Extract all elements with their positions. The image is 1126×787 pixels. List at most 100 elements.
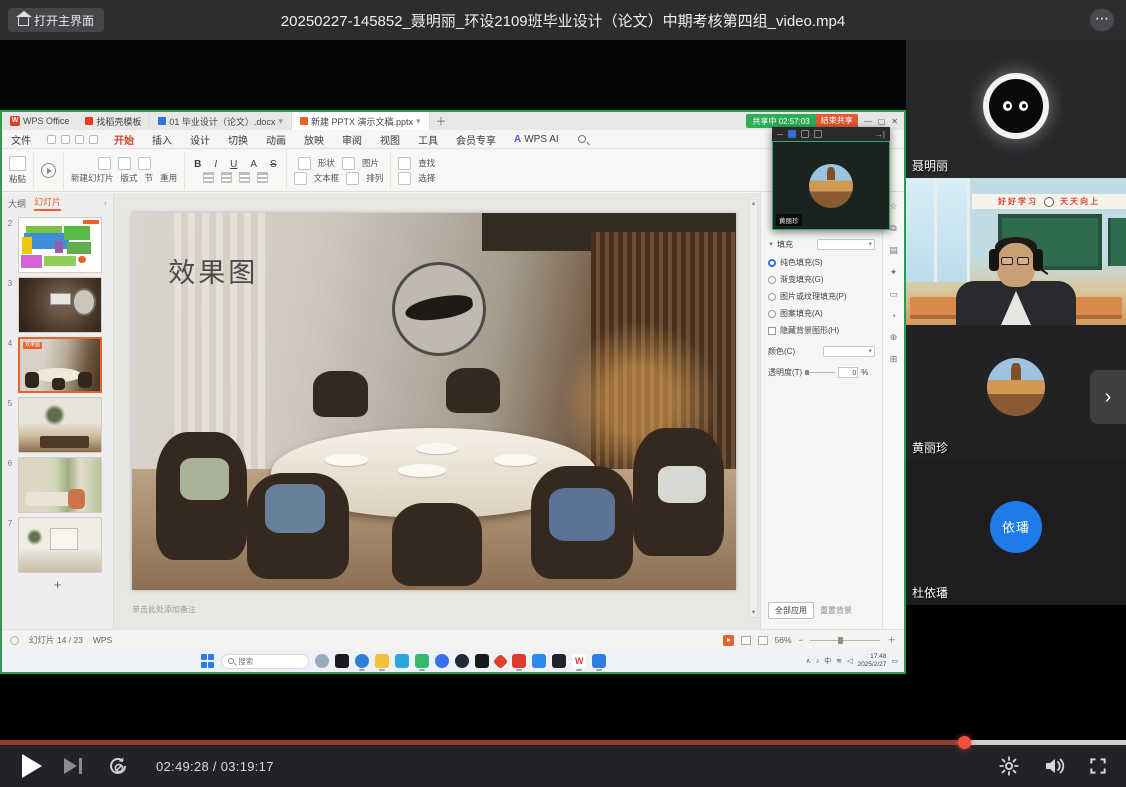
browser-icon[interactable] (455, 654, 469, 668)
tab-dropdown-icon[interactable]: ▾ (416, 116, 421, 127)
copy-icon[interactable]: ⧉ (890, 223, 896, 234)
stop-sharing-button[interactable]: 结束共享 (816, 114, 858, 128)
participant-tile-1[interactable]: 聂明丽 (906, 40, 1126, 178)
wps-logo[interactable]: W WPS Office (2, 116, 77, 126)
textbox-button[interactable]: 文本框 (314, 172, 340, 184)
paste-group[interactable]: 粘贴 (2, 152, 34, 190)
option-gradient-fill[interactable]: 渐变填充(G) (768, 274, 875, 285)
app-icon-blue[interactable] (435, 654, 449, 668)
ime-icon[interactable]: 中 (824, 656, 831, 666)
apply-all-button[interactable]: 全部应用 (768, 602, 814, 619)
option-picture-fill[interactable]: 图片或纹理填充(P) (768, 291, 875, 302)
justify-icon[interactable] (257, 172, 268, 183)
fill-preset-dropdown[interactable] (817, 239, 875, 250)
ribbon-search-icon[interactable] (578, 135, 586, 143)
menu-home[interactable]: 开始 (105, 132, 143, 147)
font-size-button[interactable]: A (248, 159, 259, 170)
scroll-down-icon[interactable]: ▼ (751, 610, 757, 616)
picture-icon[interactable] (342, 157, 355, 170)
menu-design[interactable]: 设计 (181, 132, 219, 147)
underline-button[interactable]: U (228, 159, 239, 170)
fullscreen-button[interactable] (1088, 756, 1108, 776)
volume-button[interactable] (1042, 755, 1066, 777)
layout-grid-icon[interactable] (801, 130, 809, 138)
network-icon[interactable]: ≋ (836, 657, 842, 665)
print-icon[interactable] (61, 135, 70, 144)
canvas-scrollbar[interactable]: ▲ ▼ (749, 199, 758, 618)
slide-thumbnail-6[interactable]: 6 (2, 457, 107, 513)
taskbar-clock[interactable]: 17:48 2025/2/27 (857, 653, 886, 669)
photoshop-icon[interactable] (475, 654, 489, 668)
tab-thesis-docx[interactable]: 01 毕业设计（论文）.docx ▾ (150, 112, 292, 130)
slide-title[interactable]: 效果图 (168, 251, 258, 290)
slide-thumbnail-4-selected[interactable]: 4 效果图 (2, 337, 107, 393)
menu-file[interactable]: 文件 (2, 132, 40, 147)
wechat-icon[interactable] (415, 654, 429, 668)
menu-tools[interactable]: 工具 (409, 132, 447, 147)
layout-icon[interactable] (118, 157, 131, 170)
animation-icon[interactable]: ✦ (890, 267, 898, 278)
minimize-icon[interactable]: — (864, 117, 872, 126)
shape-icon[interactable] (298, 157, 311, 170)
slide-thumbnail-7[interactable]: 7 (2, 517, 107, 573)
app-icon-diamond[interactable] (493, 653, 509, 669)
arrange-button[interactable]: 排列 (366, 172, 383, 184)
taskbar-search[interactable]: 搜索 (221, 654, 309, 669)
slides-tab[interactable]: 幻灯片 (34, 195, 61, 211)
new-slide-button[interactable]: 新建幻灯片 (71, 172, 114, 184)
menu-animations[interactable]: 动画 (257, 132, 295, 147)
settings-button[interactable] (998, 755, 1020, 777)
sidebar-next-page-button[interactable]: › (1090, 370, 1126, 424)
grid-icon[interactable]: ⊞ (890, 354, 898, 365)
mic-tray-icon[interactable]: ♪ (816, 658, 820, 665)
sorter-view-icon[interactable] (758, 636, 768, 645)
section-caret-icon[interactable]: ▼ (768, 242, 774, 248)
menu-view[interactable]: 视图 (371, 132, 409, 147)
playback-mode-button[interactable] (106, 754, 130, 778)
shape-button[interactable]: 形状 (318, 157, 335, 169)
file-explorer-icon[interactable] (375, 654, 389, 668)
align-left-icon[interactable] (203, 172, 214, 183)
layout-button[interactable]: 版式 (121, 172, 138, 184)
layout-active-icon[interactable] (788, 130, 796, 138)
zoom-out-icon[interactable]: − (799, 635, 804, 645)
menu-transitions[interactable]: 切换 (219, 132, 257, 147)
zoom-slider[interactable] (810, 640, 880, 641)
scroll-up-icon[interactable]: ▲ (751, 201, 757, 207)
outline-tab[interactable]: 大纲 (8, 197, 26, 210)
participant-tile-4[interactable]: 依璠 杜依璠 (906, 460, 1126, 605)
media-app-icon[interactable] (395, 654, 409, 668)
qq-icon[interactable] (532, 654, 546, 668)
play-button[interactable] (22, 754, 42, 778)
more-menu-button[interactable]: ⋯ (1090, 9, 1114, 31)
align-center-icon[interactable] (221, 172, 232, 183)
option-pattern-fill[interactable]: 图案填充(A) (768, 308, 875, 319)
settings-icon[interactable]: ⊕ (890, 332, 898, 343)
tab-pptx-active[interactable]: 新建 PPTX 演示文稿.pptx ▾ (292, 112, 430, 130)
notes-placeholder[interactable]: 单击此处添加备注 (132, 604, 196, 615)
wps-taskbar-icon[interactable]: W (572, 654, 586, 668)
find-button[interactable]: 查找 (418, 157, 435, 169)
layers-icon[interactable]: ▤ (889, 245, 898, 256)
find-icon[interactable] (398, 157, 411, 170)
menu-insert[interactable]: 插入 (143, 132, 181, 147)
align-right-icon[interactable] (239, 172, 250, 183)
zoom-level[interactable]: 56% (775, 635, 792, 645)
bold-button[interactable]: B (192, 159, 203, 170)
strikethrough-button[interactable]: S (268, 159, 279, 170)
collapse-panel-icon[interactable]: ‹ (104, 198, 107, 208)
slide-thumbnail-3[interactable]: 3 (2, 277, 107, 333)
zoom-in-icon[interactable]: ＋ (887, 634, 896, 646)
participant-tile-2-video[interactable]: 好好学习 天天向上 (906, 178, 1126, 325)
slide-thumbnail-2[interactable]: 2 (2, 217, 107, 273)
section-button[interactable]: 节 (145, 172, 154, 184)
minimize-icon[interactable]: ─ (777, 130, 783, 139)
next-button[interactable] (64, 758, 82, 774)
app-icon-dark2[interactable] (552, 654, 566, 668)
slideshow-group[interactable] (34, 152, 64, 190)
select-icon[interactable] (398, 172, 411, 185)
menu-slideshow[interactable]: 放映 (295, 132, 333, 147)
italic-button[interactable]: I (212, 159, 219, 170)
menu-review[interactable]: 审阅 (333, 132, 371, 147)
normal-view-icon[interactable] (741, 636, 751, 645)
